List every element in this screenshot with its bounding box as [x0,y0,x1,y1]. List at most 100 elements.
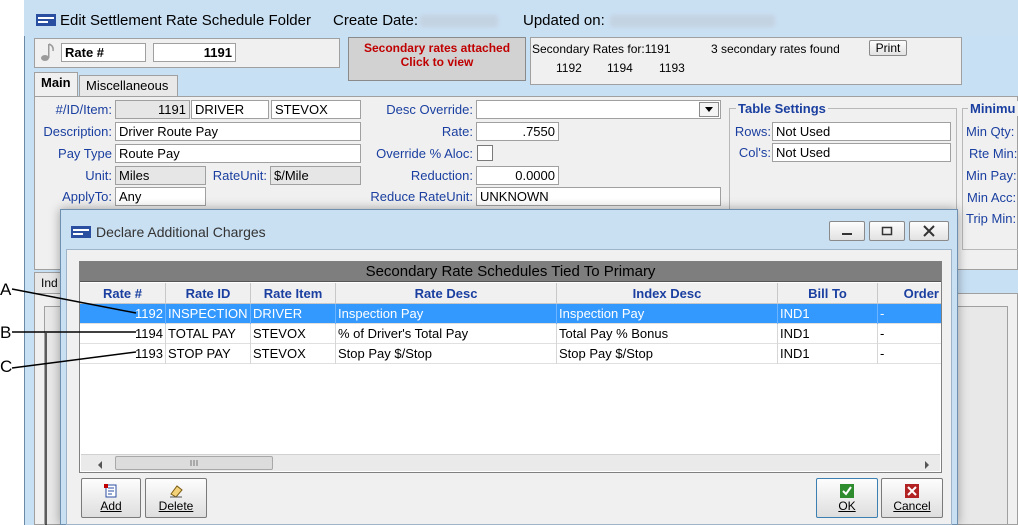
col-header-order[interactable]: Order [878,283,941,304]
pay-type-label: Pay Type [58,146,112,161]
updated-on-value [610,15,775,27]
min-pay-label: Min Pay: [966,168,1017,183]
rows-field[interactable]: Not Used [772,122,951,141]
reduction-field[interactable]: 0.0000 [476,166,559,185]
rate-label: Rate: [441,124,473,139]
unit-label: Unit: [85,168,112,183]
rate-label-field: Rate # [61,43,146,62]
rte-min-label: Rte Min: [969,146,1018,161]
cell-order: - [880,346,885,361]
secondary-found-text: 3 secondary rates found [711,42,840,56]
chevron-down-icon[interactable] [699,102,719,117]
table-row[interactable]: 1194 TOTAL PAY STEVOX % of Driver's Tota… [80,324,941,344]
maximize-button[interactable] [869,221,905,241]
desc-override-select[interactable] [476,100,721,119]
reduce-rate-unit-field[interactable]: UNKNOWN [476,187,721,206]
secondary-notice-line1: Secondary rates attached [363,41,511,55]
id-item-label: #/ID/Item: [55,102,112,117]
id-code-field[interactable]: DRIVER [191,100,269,119]
scroll-thumb[interactable] [115,456,273,470]
cancel-button[interactable]: Cancel [881,478,943,518]
override-aloc-label: Override % Aloc: [376,146,473,161]
apply-to-label: ApplyTo: [62,189,112,204]
cell-rate-id: INSPECTION [166,304,251,324]
create-date-value [420,15,498,27]
updated-on-label: Updated on: [523,12,605,29]
cell-order: - [880,326,885,341]
cell-index-desc: Stop Pay $/Stop [557,344,778,364]
cell-bill-to: IND1 [778,324,878,344]
col-header-index-desc[interactable]: Index Desc [557,283,778,304]
min-acc-label: Min Acc: [967,190,1017,205]
cell-index-desc: Inspection Pay [557,304,778,324]
rate-field[interactable]: .7550 [476,122,559,141]
cell-bill-to: IND1 [778,304,878,324]
id-item-field[interactable]: STEVOX [271,100,361,119]
cancel-x-icon [905,484,919,498]
table-row[interactable]: 1193 STOP PAY STEVOX Stop Pay $/Stop Sto… [80,344,941,364]
scroll-left-icon[interactable] [95,458,105,469]
trip-min-label: Trip Min: [966,211,1017,226]
col-header-rate-item[interactable]: Rate Item [251,283,336,304]
min-qty-label: Min Qty: [966,124,1015,139]
rate-unit-field: $/Mile [270,166,361,185]
reduce-rate-unit-label: Reduce RateUnit: [370,189,473,204]
cell-rate-desc: Inspection Pay [336,304,557,324]
callout-b: B [0,323,12,342]
restore-icon [881,226,893,236]
table-row[interactable]: 1192 INSPECTION DRIVER Inspection Pay In… [80,304,941,324]
ok-button[interactable]: OK [816,478,878,518]
cols-label: Col's: [738,145,771,160]
minimum-title: Minimu [968,101,1018,116]
table-settings-title: Table Settings [736,101,828,116]
ok-button-label: OK [838,499,856,513]
cell-rate-num: 1192 [80,304,166,324]
description-field[interactable]: Driver Route Pay [115,122,361,141]
scroll-right-icon[interactable] [922,458,932,469]
window-title: Edit Settlement Rate Schedule Folder [60,12,311,29]
col-header-rate-desc[interactable]: Rate Desc [336,283,557,304]
pay-type-field[interactable]: Route Pay [115,144,361,163]
secondary-for-label: Secondary Rates for:1191 [532,42,671,56]
col-header-rate-id[interactable]: Rate ID [166,283,251,304]
grid-caption: Secondary Rate Schedules Tied To Primary [80,262,941,282]
apply-to-field[interactable]: Any [115,187,206,206]
secondary-rates-grid: Secondary Rate Schedules Tied To Primary… [79,261,942,473]
description-label: Description: [43,124,112,139]
add-button-label: Add [100,499,122,513]
secondary-notice-line2: Click to view [400,55,474,69]
add-button[interactable]: Add [81,478,141,518]
secondary-notice-button[interactable]: Secondary rates attached Click to view [348,37,526,81]
eraser-icon [170,485,183,498]
minimize-icon [842,233,852,235]
cell-rate-id: STOP PAY [166,344,251,364]
tab-miscellaneous[interactable]: Miscellaneous [79,75,178,97]
id-value-field: 1191 [115,100,190,119]
cell-rate-desc: Stop Pay $/Stop [336,344,557,364]
cell-rate-num: 1193 [80,344,166,364]
print-button[interactable]: Print [869,40,907,56]
cancel-button-label: Cancel [893,499,931,513]
cell-order: - [880,306,885,321]
delete-button-label: Delete [158,499,194,513]
dialog-title: Declare Additional Charges [96,224,266,240]
cell-rate-item: STEVOX [251,344,336,364]
minimize-button[interactable] [829,221,865,241]
add-record-icon [104,484,117,498]
col-header-rate-num[interactable]: Rate # [80,283,166,304]
cell-rate-item: DRIVER [251,304,336,324]
col-header-bill-to[interactable]: Bill To [778,283,878,304]
reduction-label: Reduction: [410,168,473,183]
horizontal-scrollbar[interactable] [81,454,940,471]
close-button[interactable] [909,221,949,241]
cell-rate-num: 1194 [80,324,166,344]
rows-label: Rows: [734,124,771,139]
app-icon [36,14,56,26]
override-aloc-checkbox[interactable] [477,145,493,161]
cols-field[interactable]: Not Used [772,143,951,162]
callout-a: A [0,280,12,299]
dialog-app-icon [71,226,91,238]
tab-main[interactable]: Main [34,72,78,97]
rate-number-field[interactable]: 1191 [153,43,236,62]
delete-button[interactable]: Delete [145,478,207,518]
